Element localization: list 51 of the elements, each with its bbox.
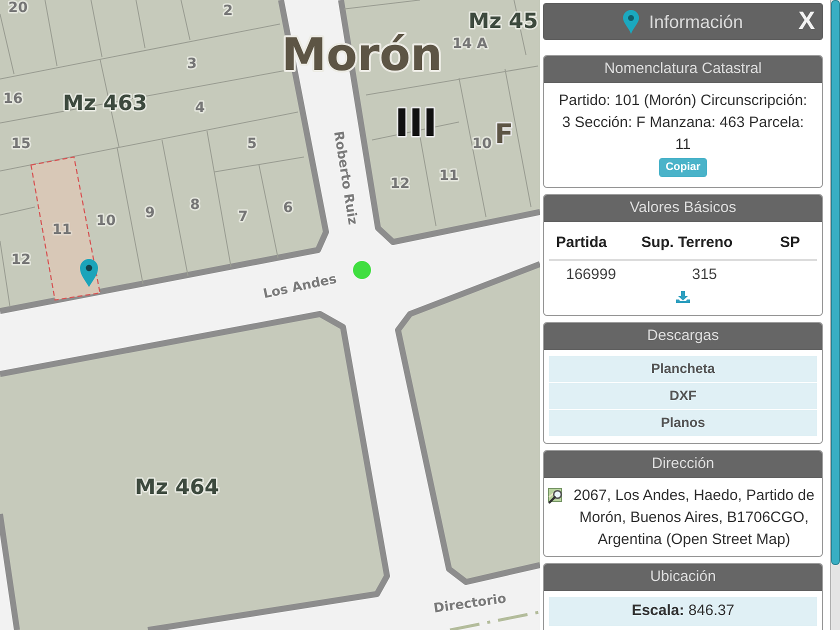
panel-title: Información <box>648 12 744 30</box>
street-name: Los Andes <box>262 272 338 302</box>
lot-number: 12 <box>11 252 31 268</box>
lot-number: 10 <box>96 213 116 229</box>
table-cell-text: 315 <box>691 265 718 285</box>
lot-number: 3 <box>187 56 197 72</box>
lot-number: 6 <box>283 200 293 216</box>
location-pin-icon <box>80 259 98 287</box>
card-header: Dirección <box>544 451 822 478</box>
lot-number: 10 <box>472 136 492 152</box>
lot-number: 20 <box>8 0 28 16</box>
street-name: Directorio <box>432 591 508 617</box>
district-label: III <box>394 101 438 145</box>
street-name: Roberto Ruiz <box>330 130 360 226</box>
download-link[interactable]: DXF <box>549 383 817 409</box>
lot-number: 11 <box>52 222 72 238</box>
card-header: Nomenclatura Catastral <box>544 56 822 83</box>
block-label: Mz 45 <box>468 9 538 33</box>
place-label: Morón <box>282 28 442 81</box>
card-header: Ubicación <box>544 564 822 591</box>
section-label: F <box>494 119 514 150</box>
lot-number: 7 <box>238 209 248 225</box>
scale-item: Escala: 846.37 <box>549 597 817 626</box>
map-magnifier-icon <box>548 488 564 504</box>
card-header: Descargas <box>544 323 822 350</box>
lot-number: 4 <box>195 100 205 116</box>
lot-number: 14 A <box>452 36 488 52</box>
lot-number: 12 <box>390 176 410 192</box>
lot-number: 16 <box>3 91 23 107</box>
lot-number: 2 <box>223 3 233 19</box>
address-text: 2067, Los Andes, Haedo, Partido de Morón, Buenos Aires, B1706CGO, Argentina (Open Street Map) <box>572 486 816 550</box>
block-label: Mz 463 <box>62 91 148 115</box>
lot-number: 8 <box>190 197 200 213</box>
lot-number: 9 <box>145 205 155 221</box>
lot-number: 5 <box>247 136 257 152</box>
location-pin-icon <box>622 10 639 34</box>
column-header: SP <box>778 233 801 253</box>
cadastral-text: Partido: 101 (Morón) Circunscripción: 3 Sección: F Manzana: 463 Parcela: 11 <box>558 91 808 155</box>
download-link[interactable]: Plancheta <box>549 356 817 382</box>
lot-number: 15 <box>11 136 31 152</box>
download-icon[interactable] <box>676 291 690 303</box>
column-header: Sup. Terreno <box>640 233 734 253</box>
column-header: Partida <box>555 233 608 253</box>
table-cell-text: 166999 <box>565 265 618 285</box>
lot-number: 11 <box>439 168 459 184</box>
close-button[interactable]: X <box>798 9 815 34</box>
scrollbar-thumb[interactable] <box>831 0 840 565</box>
location-dot-icon <box>353 261 371 279</box>
download-link[interactable]: Planos <box>549 410 817 436</box>
block-label: Mz 464 <box>134 475 220 499</box>
card-header: Valores Básicos <box>544 195 822 222</box>
